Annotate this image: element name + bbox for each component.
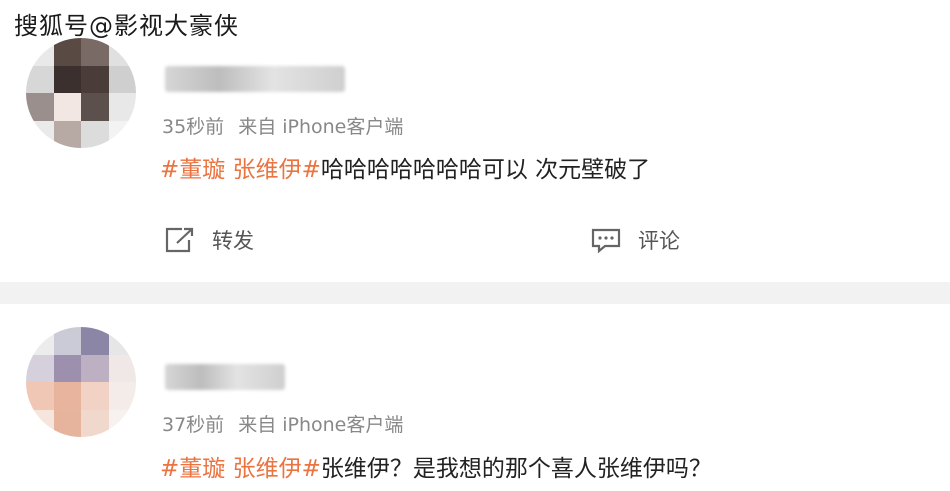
username[interactable] (165, 364, 285, 390)
comment-body: 哈哈哈哈哈哈哈可以 次元壁破了 (320, 157, 651, 183)
comment-button[interactable]: 评论 (590, 225, 680, 255)
post-meta: 35秒前 来自 iPhone客户端 (162, 112, 403, 139)
watermark: 搜狐号@影视大豪侠 (14, 12, 239, 40)
source-label: 来自 iPhone客户端 (238, 116, 404, 138)
avatar[interactable] (26, 327, 136, 437)
divider (0, 282, 950, 304)
repost-button[interactable]: 转发 (164, 225, 254, 255)
comment-bubble-icon (591, 228, 621, 254)
avatar[interactable] (26, 38, 136, 148)
comment-body: 张维伊？是我想的那个喜人张维伊吗？ (320, 456, 712, 482)
topic-tag[interactable]: #董璇 张维伊# (160, 456, 321, 482)
comment-text: #董璇 张维伊#张维伊？是我想的那个喜人张维伊吗？ (160, 449, 712, 483)
source-label: 来自 iPhone客户端 (238, 414, 404, 436)
share-square-icon (165, 227, 194, 253)
username[interactable] (165, 66, 345, 92)
repost-label: 转发 (212, 229, 254, 253)
post-meta: 37秒前 来自 iPhone客户端 (162, 410, 403, 437)
comment-label: 评论 (638, 229, 680, 253)
timestamp: 35秒前 (162, 116, 225, 138)
comment-card: 35秒前 来自 iPhone客户端 #董璇 张维伊#哈哈哈哈哈哈哈可以 次元壁破了… (0, 0, 950, 282)
topic-tag[interactable]: #董璇 张维伊# (160, 157, 321, 183)
comment-text: #董璇 张维伊#哈哈哈哈哈哈哈可以 次元壁破了 (160, 150, 650, 184)
timestamp: 37秒前 (162, 414, 225, 436)
